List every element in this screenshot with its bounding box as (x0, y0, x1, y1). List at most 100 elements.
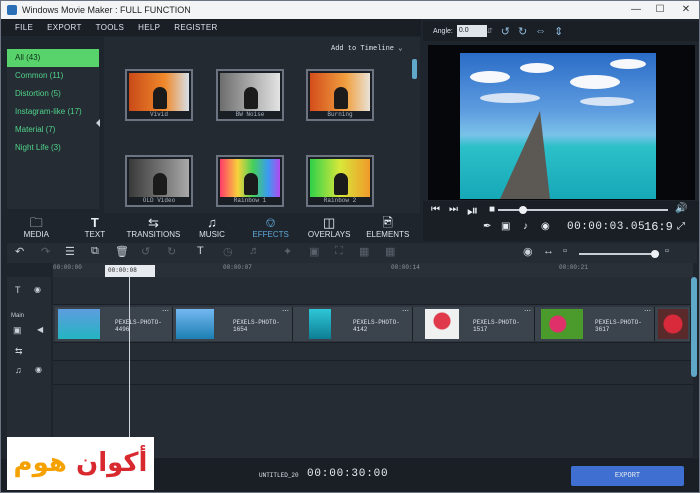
reverse-icon[interactable]: ↺ (141, 245, 150, 258)
menu-register[interactable]: REGISTER (174, 23, 217, 32)
stop-icon[interactable]: ■ (489, 204, 495, 215)
music-track-visibility-icon[interactable]: ◉ (7, 365, 51, 374)
fit-timeline-icon[interactable]: ↔ (543, 245, 554, 257)
export-button[interactable]: EXPORT (571, 466, 684, 486)
watermark-logo: أكوان هوم (7, 437, 154, 490)
angle-label: Angle: (433, 27, 453, 35)
fullscreen-icon[interactable]: ⤢ (677, 221, 685, 232)
close-button[interactable]: ✕ (673, 1, 699, 19)
tab-media[interactable]: 🗀 MEDIA (7, 213, 66, 241)
menu-file[interactable]: FILE (15, 23, 33, 32)
tab-transitions[interactable]: ⇆ TRANSITIONS (124, 213, 183, 241)
effect-thumb-bw-noise[interactable]: BW Noise (216, 69, 284, 121)
microphone-icon[interactable]: ♪ (523, 221, 528, 232)
category-all[interactable]: All (43) (7, 49, 99, 67)
undo-icon[interactable]: ↶ (15, 245, 24, 258)
effect-thumb-burning[interactable]: Burning (306, 69, 374, 121)
rotate-left-icon[interactable]: ↺ (501, 25, 510, 38)
grid-icon[interactable]: ▦ (385, 245, 395, 258)
play-button[interactable]: ⏯ (467, 202, 478, 219)
clip-menu-icon[interactable]: ⋯ (524, 307, 531, 315)
rotate-icon[interactable]: ↻ (167, 245, 176, 258)
zoom-slider[interactable] (579, 253, 659, 255)
minimize-button[interactable]: — (623, 1, 649, 19)
snapshot-icon[interactable]: ◉ (541, 221, 550, 232)
audio-record-icon[interactable]: ◉ (523, 245, 533, 258)
media-tabs: 🗀 MEDIA T TEXT ⇆ TRANSITIONS ♫ MUSIC ⎊ EFFECT… (7, 213, 417, 241)
crop-icon[interactable]: ⛶ (335, 245, 343, 258)
ruler-tick: 00:00:21 (559, 264, 588, 271)
effect-categories: All (43) Common (11) Distortion (5) Inst… (7, 49, 99, 209)
zoom-in-icon[interactable]: ▫ (665, 245, 669, 257)
clip-menu-icon[interactable]: ⋯ (162, 307, 169, 315)
seek-handle[interactable] (519, 206, 527, 214)
tab-text[interactable]: T TEXT (66, 213, 125, 241)
flip-vertical-icon[interactable]: ⇕ (554, 25, 563, 38)
mosaic-icon[interactable]: ▦ (359, 245, 369, 258)
rotate-right-icon[interactable]: ↻ (518, 25, 527, 38)
timeline-clip[interactable]: PEXELS-PHOTO-4496 ⋯ (55, 307, 173, 341)
angle-input[interactable]: 0.0 (456, 25, 487, 37)
tab-music[interactable]: ♫ MUSIC (183, 213, 242, 241)
clip-menu-icon[interactable]: ⋯ (282, 307, 289, 315)
clip-menu-icon[interactable]: ⋯ (644, 307, 651, 315)
tab-overlays[interactable]: ◫ OVERLAYS (300, 213, 359, 241)
category-material[interactable]: Material (7) (7, 121, 99, 139)
menu-export[interactable]: EXPORT (47, 23, 82, 32)
effect-thumb-old-video[interactable]: OLD Video (125, 155, 193, 207)
menu-help[interactable]: HELP (138, 23, 160, 32)
next-icon[interactable]: ⏭ (449, 204, 458, 215)
tab-effects[interactable]: ⎊ EFFECTS (241, 213, 300, 241)
previous-icon[interactable]: ⏮ (431, 204, 440, 215)
elements-icon: 🖻 (382, 215, 393, 230)
category-distortion[interactable]: Distortion (5) (7, 85, 99, 103)
timeline-clip[interactable]: PEXELS-PHOTO-1517 ⋯ (413, 307, 535, 341)
comment-icon[interactable]: ▣ (309, 245, 319, 258)
effect-tool-icon[interactable]: ✦ (283, 245, 292, 258)
category-common[interactable]: Common (11) (7, 67, 99, 85)
preview-time: 00:00:03.05 (567, 221, 646, 233)
clip-menu-icon[interactable]: ⋯ (402, 307, 409, 315)
zoom-out-icon[interactable]: ▫ (563, 245, 567, 257)
adjust-icon[interactable]: ☰ (65, 245, 75, 258)
add-text-icon[interactable]: T (197, 245, 204, 257)
collapse-categories-icon[interactable] (96, 119, 100, 127)
redo-icon[interactable]: ↷ (41, 245, 50, 258)
main-track-mute-icon[interactable]: ◀ (7, 325, 51, 334)
copy-icon[interactable]: ⧉ (91, 245, 99, 258)
volume-tool-icon[interactable]: ♬ (249, 245, 260, 257)
effect-thumb-rainbow-2[interactable]: Rainbow 2 (306, 155, 374, 207)
speed-icon[interactable]: ◷ (223, 245, 233, 258)
flip-horizontal-icon[interactable]: ⇔ (535, 25, 546, 37)
effect-thumb-rainbow-1[interactable]: Rainbow 1 (216, 155, 284, 207)
volume-icon[interactable]: 🔊 (675, 203, 687, 214)
timeline-scrollbar[interactable] (691, 277, 697, 377)
tab-elements[interactable]: 🖻 ELEMENTS (358, 213, 417, 241)
playhead-line[interactable] (129, 277, 130, 459)
preview-image (460, 53, 656, 199)
music-track-lane[interactable] (53, 361, 693, 385)
add-to-timeline-button[interactable]: Add to Timeline ⌄ (331, 44, 402, 53)
menu-tools[interactable]: TOOLS (96, 23, 124, 32)
delete-icon[interactable]: 🗑 (115, 245, 129, 258)
transition-track-lane[interactable] (53, 343, 693, 361)
effect-thumb-vivid[interactable]: Vivid (125, 69, 193, 121)
aspect-ratio[interactable]: 16:9 (644, 220, 673, 234)
zoom-handle[interactable] (651, 250, 659, 258)
angle-stepper[interactable]: ⇵ (487, 27, 493, 35)
category-night-life[interactable]: Night Life (3) (7, 139, 99, 157)
track-visibility-icon[interactable]: ◉ (7, 285, 51, 294)
text-track-lane[interactable] (53, 277, 693, 305)
video-camera-icon[interactable]: ▣ (501, 221, 510, 232)
category-instagram[interactable]: Instagram-like (17) (7, 103, 99, 121)
app-icon (7, 5, 17, 15)
paint-icon[interactable]: ✒ (483, 221, 491, 232)
timeline-clip[interactable]: PEXELS-PHOTO-4142 ⋯ (293, 307, 413, 341)
playhead-time[interactable]: 00:00:08 (105, 265, 155, 277)
overlays-icon: ◫ (323, 215, 336, 230)
timeline-clip[interactable]: PEXELS-PHOTO-1654 ⋯ (173, 307, 293, 341)
maximize-button[interactable]: ☐ (647, 1, 673, 19)
timeline-clip[interactable]: PEXELS-PHOTO-3617 ⋯ (535, 307, 655, 341)
timeline-clip[interactable] (655, 307, 691, 341)
grid-scrollbar[interactable] (412, 59, 417, 79)
